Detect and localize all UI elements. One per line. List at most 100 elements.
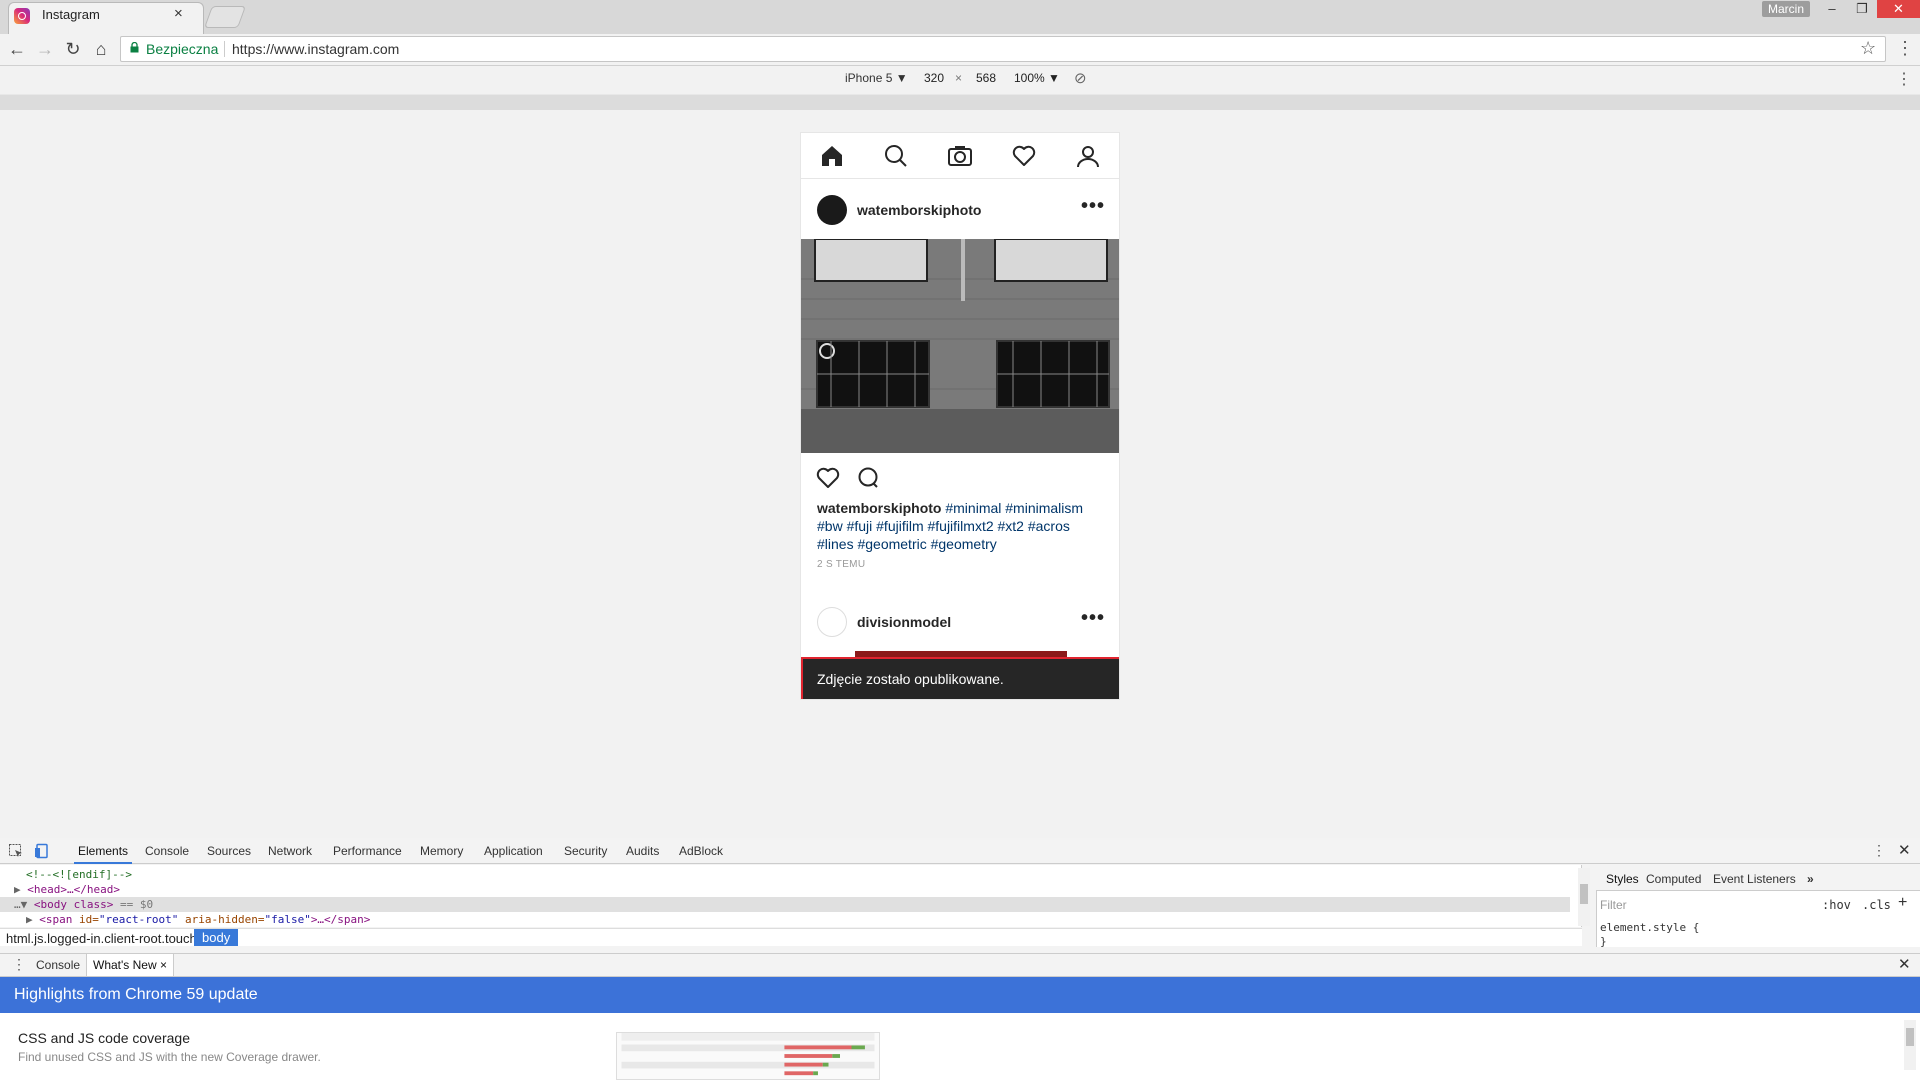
style-rule[interactable]: element.style { [1600,921,1699,934]
coverage-screenshot [616,1032,880,1080]
search-icon[interactable] [883,143,909,169]
dom-tag: >…</span> [310,913,371,926]
instagram-favicon-icon [14,8,30,24]
device-width-input[interactable]: 320 [924,71,944,85]
reload-button[interactable]: ↻ [60,36,86,62]
style-rule-end: } [1600,935,1607,948]
post-caption: watemborskiphoto #minimal #minimalism #b… [817,499,1107,553]
hover-state-toggle[interactable]: :hov [1822,898,1851,912]
dom-comment: <!--<![endif]--> [26,868,132,881]
whats-new-item-description: Find unused CSS and JS with the new Cove… [18,1050,321,1064]
bookmark-star-icon[interactable]: ☆ [1860,38,1876,59]
dom-node[interactable]: ▶ <span id="react-root" aria-hidden="fal… [26,912,370,927]
caption-username[interactable]: watemborskiphoto [817,500,941,516]
avatar[interactable] [817,607,847,637]
post-header: divisionmodel ••• [801,591,1119,651]
tab-event-listeners[interactable]: Event Listeners [1713,872,1796,886]
devtools-close-icon[interactable]: ✕ [1898,841,1911,859]
dom-node[interactable]: ▶ <head>…</head> [14,882,120,897]
post-username[interactable]: watemborskiphoto [857,202,981,218]
tab-computed[interactable]: Computed [1646,872,1701,886]
styles-filter-input[interactable]: Filter [1600,898,1627,912]
avatar[interactable] [817,195,847,225]
drawer-tab-bar [0,953,1920,977]
snackbar-toast: Zdjęcie zostało opublikowane. [801,657,1119,699]
devtools-menu-icon[interactable]: ⋮ [1872,842,1886,859]
dom-scrollbar-thumb[interactable] [1580,884,1588,904]
drawer-close-icon[interactable]: ✕ [1898,955,1911,973]
tab-title: Instagram [42,7,100,22]
dom-attr-name: aria-hidden= [178,913,265,926]
drawer-tab-whats-new[interactable]: What's New × [86,954,174,976]
dom-selected-marker: == $0 [113,898,154,911]
profile-icon[interactable] [1075,143,1101,169]
forward-button[interactable]: → [32,36,58,62]
like-heart-icon[interactable] [815,465,841,491]
drawer-tab-label: What's New [93,958,157,972]
emulated-viewport: watemborskiphoto ••• watemborskiphoto #m… [800,132,1120,700]
instagram-nav-bar [801,133,1119,179]
browser-menu-icon[interactable]: ⋮ [1896,38,1914,59]
dom-tag: <head>…</head> [27,883,120,896]
post-header: watemborskiphoto ••• [801,179,1119,239]
whats-new-content [0,1013,1920,1080]
dom-tag: <body class> [33,898,114,911]
post-image[interactable] [801,239,1120,453]
drawer-menu-icon[interactable]: ⋮ [12,956,26,973]
tab-audits[interactable]: Audits [626,844,659,858]
zoom-select[interactable]: 100% ▼ [1014,71,1060,85]
more-tabs-icon[interactable]: » [1807,872,1814,886]
tab-styles[interactable]: Styles [1606,872,1639,886]
dimension-separator: × [955,71,963,85]
dom-attr-name: id= [72,913,99,926]
heart-icon[interactable] [1011,143,1037,169]
device-toolbar-toggle-icon[interactable] [34,843,50,859]
window-close-button[interactable]: ✕ [1877,0,1920,18]
tab-security[interactable]: Security [564,844,607,858]
rotate-icon[interactable]: ⊘ [1074,69,1087,87]
drawer-tab-console[interactable]: Console [36,958,80,972]
inspect-element-icon[interactable] [8,843,24,859]
tab-close-icon[interactable]: × [174,5,183,22]
tab-memory[interactable]: Memory [420,844,463,858]
dom-node[interactable]: <!--<![endif]--> [26,867,132,882]
new-style-rule-button[interactable]: + [1898,894,1907,912]
more-options-icon[interactable]: ••• [1081,195,1105,218]
window-restore-button[interactable]: ❐ [1847,0,1877,18]
home-icon[interactable] [819,143,845,169]
tab-network[interactable]: Network [268,844,312,858]
dom-attr-value: "false" [264,913,311,926]
tab-application[interactable]: Application [484,844,543,858]
breadcrumb-html[interactable]: html.js.logged-in.client-root.touch [6,931,197,946]
close-icon[interactable]: × [160,958,167,972]
device-height-input[interactable]: 568 [976,71,996,85]
dom-tag: <span [39,913,73,926]
whats-new-item-title: CSS and JS code coverage [18,1030,190,1046]
post-actions [801,453,1119,501]
device-select[interactable]: iPhone 5 ▼ [845,71,908,85]
url-text[interactable]: https://www.instagram.com [232,41,399,57]
camera-icon[interactable] [947,143,973,169]
whats-new-scrollbar-thumb[interactable] [1906,1028,1914,1046]
class-toggle[interactable]: .cls [1862,898,1891,912]
tab-performance[interactable]: Performance [333,844,402,858]
comment-icon[interactable] [855,465,881,491]
device-toolbar-menu-icon[interactable]: ⋮ [1896,69,1912,89]
security-label[interactable]: Bezpieczna [146,41,218,57]
post-username[interactable]: divisionmodel [857,614,951,630]
tab-sources[interactable]: Sources [207,844,251,858]
breadcrumb-body[interactable]: body [194,929,239,946]
window-minimize-button[interactable]: – [1817,0,1847,18]
post-timestamp[interactable]: 2 S TEMU [817,559,865,570]
tab-elements[interactable]: Elements [73,844,133,864]
home-button[interactable]: ⌂ [88,36,114,62]
back-button[interactable]: ← [4,36,30,62]
more-options-icon[interactable]: ••• [1081,607,1105,630]
tab-adblock[interactable]: AdBlock [679,844,723,858]
tab-strip [0,0,1920,34]
lock-icon [130,42,139,53]
media-query-bar[interactable] [0,94,1920,110]
profile-chip[interactable]: Marcin [1762,1,1810,17]
dom-node-selected[interactable]: …▼ <body class> == $0 [0,897,1570,912]
tab-console[interactable]: Console [145,844,189,858]
